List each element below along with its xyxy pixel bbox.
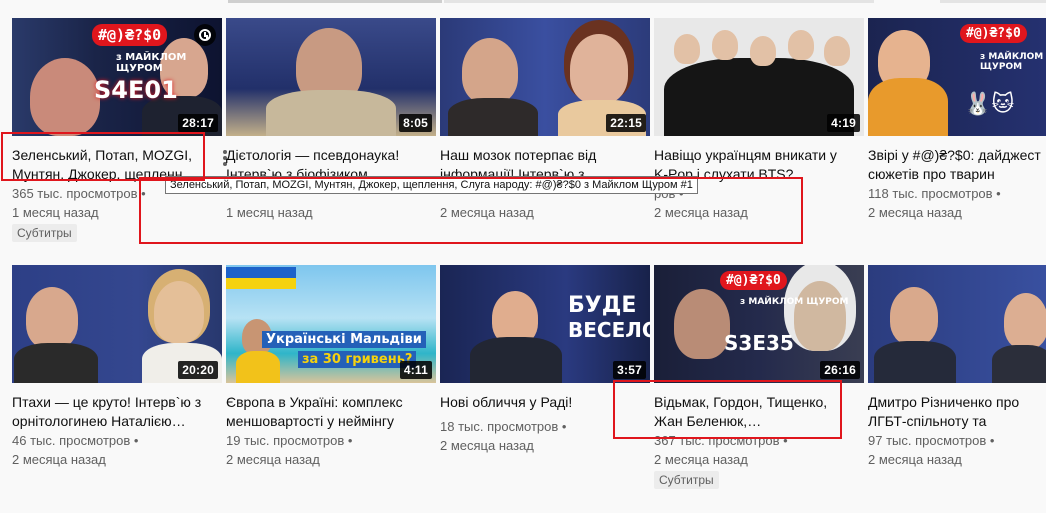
video-thumbnail[interactable]: [868, 265, 1046, 383]
video-title[interactable]: Птахи — це круто! Інтерв`ю з орнітологин…: [12, 393, 202, 431]
person: [712, 30, 738, 60]
person-right: [794, 281, 846, 351]
video-thumbnail[interactable]: 22:15: [440, 18, 650, 136]
animal-emoji-icons: 🐰🐱: [964, 92, 1015, 117]
person-right: [154, 281, 204, 343]
upload-age: 2 месяца назад: [226, 452, 320, 467]
tab-underline: [228, 0, 442, 3]
suit: [470, 337, 562, 383]
duration-badge: 22:15: [606, 114, 646, 132]
show-logo: #@)₴?$0: [92, 24, 168, 46]
view-count: 18 тыс. просмотров •: [440, 419, 567, 434]
suit: [14, 343, 98, 383]
watch-later-clock-icon[interactable]: [194, 24, 216, 46]
upload-age: 1 месяц назад: [226, 205, 313, 220]
video-card[interactable]: #@)₴?$0 з МАЙКЛОМ ЩУРОМ 🐰🐱 Звірі у #@)₴?…: [868, 18, 1046, 248]
group-suits: [664, 58, 854, 136]
person-right: [570, 34, 628, 104]
suit: [874, 341, 956, 383]
subtitles-badge: Субтитры: [654, 471, 719, 489]
shirt: [236, 351, 280, 383]
video-card[interactable]: #@)₴?$0 з МАЙКЛОМ ЩУРОМ S3E35 26:16 Відь…: [654, 265, 864, 495]
show-subtitle: з МАЙКЛОМ ЩУРОМ: [740, 297, 849, 307]
video-thumbnail[interactable]: БУДЕ ВЕСЕЛО! 3:57: [440, 265, 650, 383]
video-thumbnail[interactable]: 4:19: [654, 18, 864, 136]
thumb-caption-2: за 30 гривень?: [298, 351, 417, 368]
episode-label: S3E35: [724, 331, 794, 355]
video-title[interactable]: Дмитро Різниченко про ЛГБТ-спільноту та …: [868, 393, 1044, 431]
upload-age: 2 месяца назад: [440, 438, 534, 453]
show-logo: #@)₴?$0: [960, 24, 1027, 43]
episode-label: S4E01: [94, 76, 178, 104]
suit: [992, 345, 1046, 383]
video-card[interactable]: 8:05 Дієтологія — псевдонаука! Інтерв`ю …: [226, 18, 436, 248]
video-card[interactable]: 22:15 Наш мозок потерпає від інформації!…: [440, 18, 650, 248]
show-logo: #@)₴?$0: [720, 271, 787, 290]
video-card[interactable]: Дмитро Різниченко про ЛГБТ-спільноту та …: [868, 265, 1046, 495]
video-card[interactable]: 20:20 Птахи — це круто! Інтерв`ю з орніт…: [12, 265, 222, 495]
view-count: 46 тыс. просмотров •: [12, 433, 139, 448]
subtitles-badge: Субтитры: [12, 224, 77, 242]
video-card[interactable]: #@)₴?$0 з МАЙКЛОМ ЩУРОМ S4E01 28:17 Зеле…: [12, 18, 227, 248]
person: [750, 36, 776, 66]
person: [674, 34, 700, 64]
video-thumbnail[interactable]: 20:20: [12, 265, 222, 383]
view-count: 19 тыс. просмотров •: [226, 433, 353, 448]
video-thumbnail[interactable]: #@)₴?$0 з МАЙКЛОМ ЩУРОМ 🐰🐱: [868, 18, 1046, 136]
view-count: 97 тыс. просмотров •: [868, 433, 995, 448]
divider: [940, 0, 1046, 3]
duration-badge: 4:11: [399, 361, 432, 379]
view-count: 118 тыс. просмотров •: [868, 186, 1001, 201]
thumb-caption-2: ВЕСЕЛО!: [568, 318, 650, 342]
video-title[interactable]: Звірі у #@)₴?$0: дайджест сюжетів про тв…: [868, 146, 1044, 184]
video-card[interactable]: 4:19 Навіщо українцям вникати у K-Pop і …: [654, 18, 864, 248]
suit: [448, 98, 538, 136]
thumb-caption-1: БУДЕ: [568, 293, 637, 318]
show-subtitle: з МАЙКЛОМ ЩУРОМ: [116, 52, 187, 74]
thumb-caption-1: Українські Мальдіви: [262, 331, 426, 348]
upload-age: 2 месяца назад: [868, 205, 962, 220]
upload-age: 2 месяца назад: [440, 205, 534, 220]
person-left: [674, 289, 730, 359]
show-subtitle: з МАЙКЛОМ ЩУРОМ: [980, 52, 1044, 72]
view-count: 365 тыс. просмотров •: [12, 186, 146, 201]
video-title[interactable]: Відьмак, Гордон, Тищенко, Жан Беленюк,…: [654, 393, 844, 431]
duration-badge: 4:19: [827, 114, 860, 132]
video-card[interactable]: Українські Мальдіви за 30 гривень? 4:11 …: [226, 265, 436, 495]
upload-age: 2 месяца назад: [654, 452, 748, 467]
view-count: 367 тыс. просмотров •: [654, 433, 788, 448]
duration-badge: 20:20: [178, 361, 218, 379]
duration-badge: 26:16: [820, 361, 860, 379]
duration-badge: 28:17: [178, 114, 218, 132]
shirt: [266, 90, 396, 136]
person-left: [462, 38, 518, 104]
upload-age: 2 месяца назад: [868, 452, 962, 467]
video-thumbnail[interactable]: 8:05: [226, 18, 436, 136]
video-thumbnail[interactable]: #@)₴?$0 з МАЙКЛОМ ЩУРОМ S4E01 28:17: [12, 18, 222, 136]
person: [824, 36, 850, 66]
person-right: [1004, 293, 1046, 349]
person-left: [30, 58, 100, 136]
title-tooltip: Зеленський, Потап, MOZGI, Мунтян, Джокер…: [165, 176, 698, 194]
video-title[interactable]: Нові обличчя у Раді!: [440, 393, 630, 412]
ukraine-flag: [226, 267, 296, 289]
duration-badge: 8:05: [399, 114, 432, 132]
video-title[interactable]: Європа в Україні: комплекс меншовартості…: [226, 393, 416, 431]
person: [788, 30, 814, 60]
tiger-costume: [868, 78, 948, 136]
divider: [444, 0, 874, 3]
video-thumbnail[interactable]: #@)₴?$0 з МАЙКЛОМ ЩУРОМ S3E35 26:16: [654, 265, 864, 383]
video-card[interactable]: БУДЕ ВЕСЕЛО! 3:57 Нові обличчя у Раді! 1…: [440, 265, 650, 495]
upload-age: 1 месяц назад: [12, 205, 99, 220]
upload-age: 2 месяца назад: [12, 452, 106, 467]
person-left: [26, 287, 78, 349]
duration-badge: 3:57: [613, 361, 646, 379]
video-thumbnail[interactable]: Українські Мальдіви за 30 гривень? 4:11: [226, 265, 436, 383]
upload-age: 2 месяца назад: [654, 205, 748, 220]
person-left: [890, 287, 938, 345]
